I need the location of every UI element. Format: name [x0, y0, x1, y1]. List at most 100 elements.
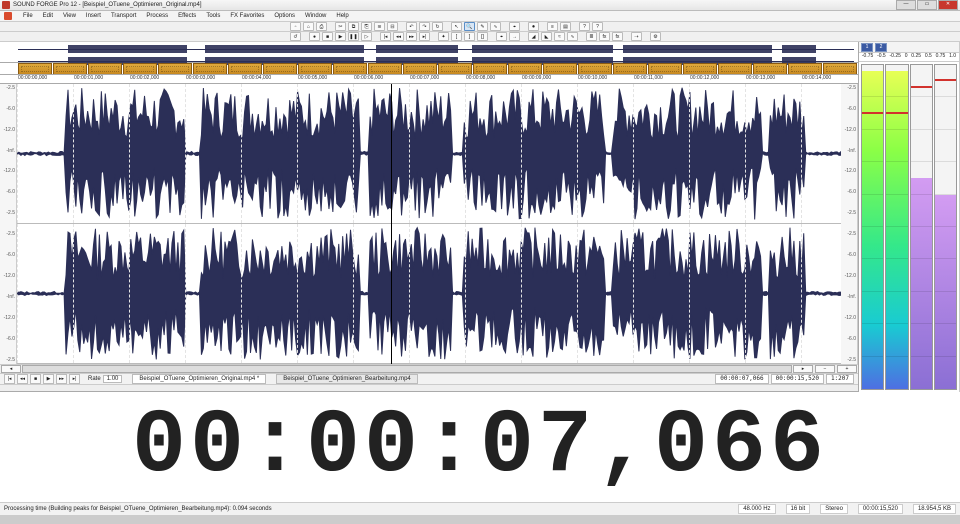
- tool-mix[interactable]: ≋: [374, 22, 385, 31]
- menu-options[interactable]: Options: [272, 13, 297, 19]
- tool-play[interactable]: ▶: [335, 32, 346, 41]
- tool-ffwd[interactable]: ▸▸: [406, 32, 417, 41]
- tool-opt[interactable]: ⚙: [650, 32, 661, 41]
- meter-channel-chip-1[interactable]: 1: [861, 43, 873, 52]
- tool-fx1[interactable]: fx: [599, 32, 610, 41]
- tool-help[interactable]: ?: [579, 22, 590, 31]
- tool-pen[interactable]: ✎: [477, 22, 488, 31]
- tool-normalize[interactable]: ≈: [554, 32, 565, 41]
- time-ruler[interactable]: 00:00:00,00000:00:01,00000:00:02,00000:0…: [0, 75, 858, 84]
- tool-redo[interactable]: ↷: [419, 22, 430, 31]
- tool-paste[interactable]: ⎘: [361, 22, 372, 31]
- close-button[interactable]: ✕: [938, 0, 958, 10]
- menu-insert[interactable]: Insert: [84, 13, 103, 19]
- document-tab-active[interactable]: Beispiel_OTuene_Optimieren_Original.mp4 …: [132, 374, 266, 384]
- tool-loop[interactable]: ↺: [290, 32, 301, 41]
- zoom-in-button[interactable]: +: [837, 365, 857, 373]
- tool-repeat[interactable]: ↻: [432, 22, 443, 31]
- document-tab-inactive[interactable]: Beispiel_OTuene_Optimieren_Bearbeitung.m…: [276, 374, 418, 384]
- video-thumbnails[interactable]: [0, 63, 858, 75]
- video-thumb[interactable]: [403, 63, 437, 74]
- video-thumb[interactable]: [438, 63, 472, 74]
- menu-window[interactable]: Window: [303, 13, 328, 19]
- tool-stats[interactable]: ≡: [547, 22, 558, 31]
- menu-edit[interactable]: Edit: [41, 13, 55, 19]
- tool-goto[interactable]: →: [509, 32, 520, 41]
- tool-new[interactable]: ▫: [290, 22, 301, 31]
- tool-copy[interactable]: ⧉: [348, 22, 359, 31]
- video-thumb[interactable]: [578, 63, 612, 74]
- tool-eq[interactable]: ≣: [586, 32, 597, 41]
- tool-reg[interactable]: []: [477, 32, 488, 41]
- rate-value[interactable]: 1.00: [103, 375, 123, 383]
- video-thumb[interactable]: [263, 63, 297, 74]
- scroll-left-button[interactable]: ◂: [1, 365, 21, 373]
- tool-spec[interactable]: ▤: [560, 22, 571, 31]
- video-thumb[interactable]: [88, 63, 122, 74]
- tool-mark[interactable]: ✦: [438, 32, 449, 41]
- video-thumb[interactable]: [333, 63, 367, 74]
- tool-fx2[interactable]: fx: [612, 32, 623, 41]
- tool-pause[interactable]: ❚❚: [348, 32, 359, 41]
- tool-stop[interactable]: ■: [322, 32, 333, 41]
- video-thumb[interactable]: [648, 63, 682, 74]
- tool-env[interactable]: ∿: [490, 22, 501, 31]
- video-thumb[interactable]: [473, 63, 507, 74]
- video-thumb[interactable]: [753, 63, 787, 74]
- playback-cursor[interactable]: [391, 84, 392, 364]
- tool-rew[interactable]: ◂◂: [393, 32, 404, 41]
- video-thumb[interactable]: [368, 63, 402, 74]
- video-thumb[interactable]: [543, 63, 577, 74]
- tool-trim[interactable]: ⊟: [387, 22, 398, 31]
- horizontal-scrollbar[interactable]: ◂ ▸ − +: [0, 364, 858, 374]
- tool-ffwd-end[interactable]: ▸|: [419, 32, 430, 41]
- video-thumb[interactable]: [158, 63, 192, 74]
- menu-file[interactable]: File: [21, 13, 35, 19]
- tool-reg-in[interactable]: [: [451, 32, 462, 41]
- menu-effects[interactable]: Effects: [176, 13, 198, 19]
- video-thumb[interactable]: [683, 63, 717, 74]
- tool-snap[interactable]: ⌖: [509, 22, 520, 31]
- video-thumb[interactable]: [788, 63, 822, 74]
- tool-mag[interactable]: 🔍: [464, 22, 475, 31]
- waveform-channel-right[interactable]: [17, 224, 841, 364]
- tool-open[interactable]: ⌂: [303, 22, 314, 31]
- tool-cut[interactable]: ✂: [335, 22, 346, 31]
- minimize-button[interactable]: —: [896, 0, 916, 10]
- video-thumb[interactable]: [53, 63, 87, 74]
- tool-save[interactable]: ⎙: [316, 22, 327, 31]
- menu-help[interactable]: Help: [334, 13, 350, 19]
- video-thumb[interactable]: [613, 63, 647, 74]
- waveform-channel-left[interactable]: [17, 84, 841, 224]
- secondary-scrollbar[interactable]: [0, 385, 858, 392]
- play-button[interactable]: ▶: [43, 374, 54, 384]
- tool-help2[interactable]: ?: [592, 22, 603, 31]
- tool-rec-arm[interactable]: ⏺: [528, 22, 539, 31]
- tool-rew-start[interactable]: |◂: [380, 32, 391, 41]
- ffwd-button[interactable]: ▸▸: [56, 374, 67, 384]
- tool-scrub[interactable]: ⇢: [631, 32, 642, 41]
- video-thumb[interactable]: [718, 63, 752, 74]
- tool-rec[interactable]: ●: [309, 32, 320, 41]
- scroll-track[interactable]: [22, 365, 792, 373]
- tool-reg-out[interactable]: ]: [464, 32, 475, 41]
- video-thumb[interactable]: [228, 63, 262, 74]
- video-thumb[interactable]: [298, 63, 332, 74]
- menu-view[interactable]: View: [61, 13, 78, 19]
- meter-channel-chip-2[interactable]: 2: [875, 43, 887, 52]
- maximize-button[interactable]: ▭: [917, 0, 937, 10]
- video-thumb[interactable]: [18, 63, 52, 74]
- menu-tools[interactable]: Tools: [204, 13, 222, 19]
- tool-ptr[interactable]: ↖: [451, 22, 462, 31]
- tool-env[interactable]: ∿: [567, 32, 578, 41]
- menu-transport[interactable]: Transport: [109, 13, 138, 19]
- video-thumb[interactable]: [508, 63, 542, 74]
- video-thumb[interactable]: [823, 63, 857, 74]
- tool-fade-in[interactable]: ◢: [528, 32, 539, 41]
- tool-fade-out[interactable]: ◣: [541, 32, 552, 41]
- overview-panel[interactable]: [0, 42, 858, 63]
- tool-locate[interactable]: ⌖: [496, 32, 507, 41]
- zoom-out-button[interactable]: −: [815, 365, 835, 373]
- tool-undo[interactable]: ↶: [406, 22, 417, 31]
- goto-start-button[interactable]: |◂: [4, 374, 15, 384]
